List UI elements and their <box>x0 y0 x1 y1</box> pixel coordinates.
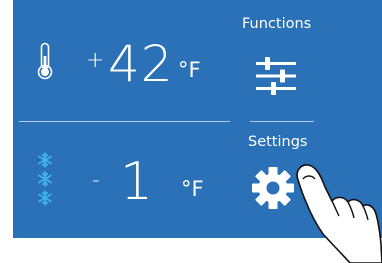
fridge-unit: °F <box>178 58 201 82</box>
fridge-temperature-value: 42 <box>108 35 174 93</box>
row-divider <box>19 121 230 122</box>
fridge-sign: + <box>86 48 105 73</box>
sliders-icon <box>256 57 296 95</box>
snowflake-stack-icon <box>38 152 52 206</box>
freezer-unit: °F <box>181 177 204 201</box>
functions-label: Functions <box>242 16 312 32</box>
pointing-hand-icon <box>296 164 382 263</box>
control-panel-screenshot: + 42 °F - 1 °F Functions Settings <box>0 0 382 263</box>
gear-icon <box>252 167 294 209</box>
functions-button[interactable]: Functions <box>238 8 322 108</box>
freezer-temperature-value: 1 <box>120 152 155 212</box>
settings-label: Settings <box>248 134 308 150</box>
freezer-sign: - <box>92 168 100 193</box>
buttons-divider <box>250 121 314 122</box>
thermometer-icon <box>37 42 53 80</box>
